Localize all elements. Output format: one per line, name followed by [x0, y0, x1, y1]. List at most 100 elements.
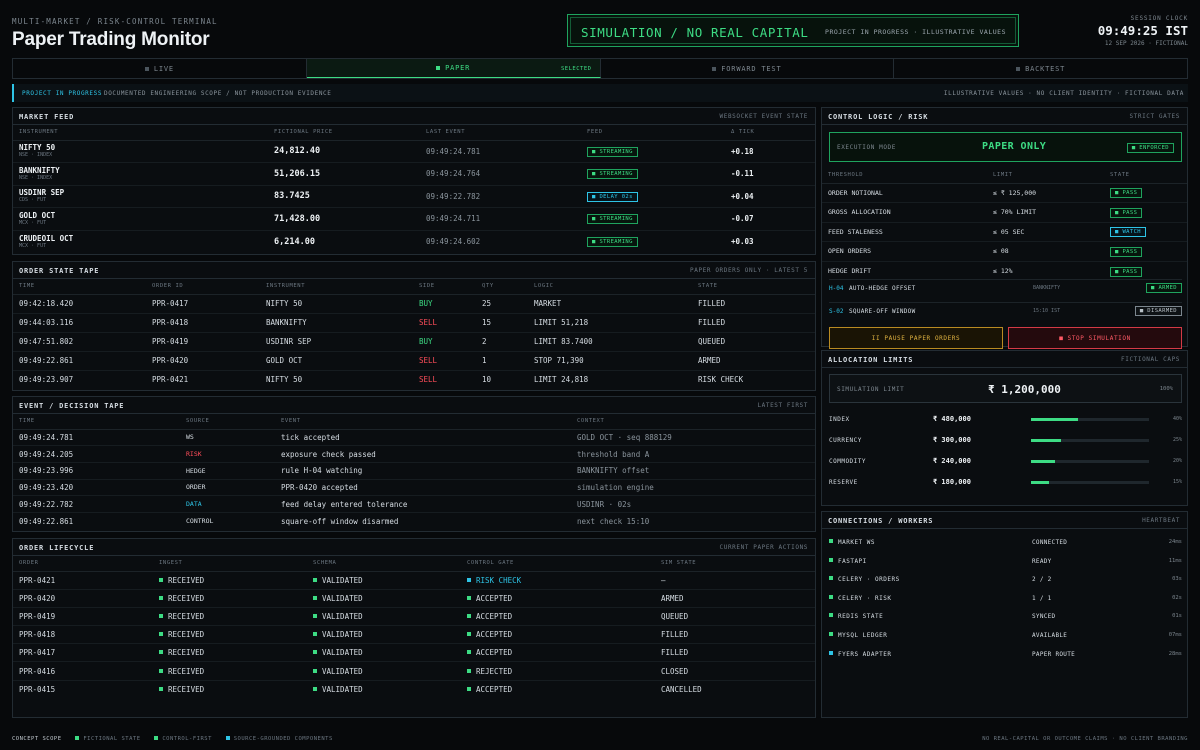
column-header: LOGIC [528, 279, 692, 295]
allocation-bar [1031, 481, 1149, 484]
column-header: SOURCE [180, 414, 275, 430]
column-header: SIDE [413, 279, 476, 295]
time-cell: 09:49:23.996 [13, 462, 180, 480]
time-cell: 09:49:22.782 [13, 495, 180, 513]
connection-row[interactable]: MARKET WS CONNECTED 24ms [829, 533, 1182, 552]
table-row[interactable]: GOLD OCTMCX · FUT 71,428.00 09:49:24.711 ST… [13, 207, 815, 231]
connection-heartbeat: 07ms [1168, 632, 1182, 638]
instrument-cell: BANKNIFTY NSE · INDEX [13, 162, 268, 186]
table-row[interactable]: 09:49:23.996 HEDGE rule H-04 watching BANKN… [13, 462, 815, 480]
ingest-cell: RECEIVED [153, 680, 307, 698]
last-event-cell: 09:49:24.602 [426, 237, 481, 246]
last-event-cell: 09:49:24.781 [420, 140, 581, 163]
price-cell: 24,812.40 [268, 140, 420, 163]
gate-value: ACCEPTED [476, 684, 513, 694]
price-cell: 71,428.00 [268, 207, 420, 231]
stop-simulation-button[interactable]: ■ STOP SIMULATION [1008, 327, 1182, 349]
table-row[interactable]: USDINR SEPCDS · FUT 83.7425 09:49:22.782 DE… [13, 185, 815, 208]
connection-row[interactable]: FYERS ADAPTER PAPER ROUTE 28ms [829, 645, 1182, 664]
table-row: ORDER NOTIONAL≤ ₹ 125,000 PASS [822, 183, 1187, 203]
column-header: INSTRUMENT [13, 125, 268, 141]
table-row[interactable]: 09:49:23.420 ORDER PPR-0420 accepted simula… [13, 479, 815, 497]
side-cell: SELL [419, 375, 438, 385]
panel-header: CONNECTIONS / WORKERS HEARTBEAT [822, 512, 1187, 529]
gate-cell: ACCEPTED [461, 680, 655, 698]
table-row[interactable]: PPR-0415 RECEIVED VALIDATED ACCEPTED CANCELL… [13, 680, 815, 698]
table-row[interactable]: NIFTY 50 NSE · INDEX 24,812.40 09:49:24.781… [13, 140, 815, 163]
table-row[interactable]: BANKNIFTY NSE · INDEX 51,206.15 09:49:24.76… [13, 162, 815, 186]
allocation-bar [1031, 439, 1149, 442]
threshold-name: HEDGE DRIFT [828, 267, 872, 275]
footer-right: NO REAL-CAPITAL OR OUTCOME CLAIMS · NO C… [982, 736, 1188, 742]
tab-selected-tag: SELECTED [561, 66, 592, 72]
status-square-icon [159, 668, 163, 673]
table-row[interactable]: PPR-0419 RECEIVED VALIDATED ACCEPTED QUEUED [13, 607, 815, 627]
allocation-bar-fill [1031, 460, 1055, 463]
table-row[interactable]: 09:47:51.802 PPR-0419 USDINR SEP BUY 2 LIMIT … [13, 332, 815, 352]
order-cell: PPR-0418 [13, 625, 153, 645]
connection-row[interactable]: CELERY · ORDERS 2 / 2 03s [829, 570, 1182, 589]
table-row[interactable]: PPR-0418 RECEIVED VALIDATED ACCEPTED FILLED [13, 625, 815, 645]
status-square-icon [313, 577, 317, 582]
table-row[interactable]: 09:49:22.861 CONTROL square-off window dis… [13, 512, 815, 529]
order-id-cell: PPR-0417 [146, 294, 260, 314]
ingest-cell: RECEIVED [153, 625, 307, 645]
connection-row[interactable]: REDIS STATE SYNCED 01s [829, 607, 1182, 626]
instrument-exchange: NSE · INDEX [19, 152, 53, 159]
table-row[interactable]: CRUDEOIL OCT MCX · FUT 6,214.00 09:49:24.60… [13, 230, 815, 253]
tab-dot-icon [1016, 66, 1021, 71]
threshold-limit: ≤ 05 SEC [987, 222, 1104, 242]
threshold-name: ORDER NOTIONAL [822, 183, 987, 203]
footer-item: FICTIONAL STATE [83, 736, 141, 742]
gate-cell: ACCEPTED [461, 643, 655, 663]
context-cell: next check 15:10 [577, 516, 650, 526]
qty-cell: 1 [476, 351, 528, 371]
instrument-cell: NIFTY 50 [266, 375, 303, 385]
table-row[interactable]: 09:49:24.205 RISK exposure check passed thr… [13, 445, 815, 463]
panel-header: ORDER STATE TAPE PAPER ORDERS ONLY · LAT… [13, 262, 815, 279]
table-row[interactable]: 09:44:03.116 PPR-0418 BANKNIFTY SELL 15 LIMIT… [13, 313, 815, 333]
instrument-exchange: CDS · FUT [19, 197, 47, 204]
tab-backtest[interactable]: BACKTEST [894, 59, 1187, 78]
tab-forward-test[interactable]: FORWARD TEST [601, 59, 895, 78]
sim-state-cell: — [655, 571, 815, 590]
table-row[interactable]: PPR-0417 RECEIVED VALIDATED ACCEPTED FILLED [13, 643, 815, 663]
pause-paper-orders-button[interactable]: II PAUSE PAPER ORDERS [829, 327, 1003, 349]
gate-value: ACCEPTED [476, 630, 513, 640]
simulation-banner-sub: PROJECT IN PROGRESS · ILLUSTRATIVE VALUE… [825, 28, 1006, 36]
gate-state-badge[interactable]: DISARMED [1134, 306, 1182, 316]
table-row[interactable]: PPR-0420 RECEIVED VALIDATED ACCEPTED ARMED [13, 589, 815, 608]
table-row[interactable]: 09:49:22.861 PPR-0420 GOLD OCT SELL 1 STOP 71… [13, 351, 815, 371]
allocation-row: CURRENCY ₹ 300,000 25% [829, 430, 1182, 451]
table-row[interactable]: 09:49:23.907 PPR-0421 NIFTY 50 SELL 10 LIMIT … [13, 370, 815, 389]
schema-value: VALIDATED [322, 593, 363, 603]
connection-row[interactable]: CELERY · RISK 1 / 1 02s [829, 589, 1182, 608]
gate-row-h04: H-04 AUTO-HEDGE OFFSET BANKNIFTY ARMED [829, 279, 1182, 297]
connection-status: READY [1032, 557, 1052, 565]
instrument-cell: USDINR SEP CDS · FUT [13, 185, 268, 208]
table-row[interactable]: 09:49:22.782 DATA feed delay entered toler… [13, 495, 815, 513]
feed-cell: DELAY 02s [581, 185, 725, 208]
status-square-icon [467, 650, 471, 655]
connection-row[interactable]: FASTAPI READY 11ms [829, 552, 1182, 571]
allocation-bar [1031, 460, 1149, 463]
table-row[interactable]: 09:42:18.420 PPR-0417 NIFTY 50 BUY 25 MARKET F… [13, 294, 815, 314]
table-row[interactable]: PPR-0421 RECEIVED VALIDATED RISK CHECK — [13, 571, 815, 590]
connection-name: REDIS STATE [838, 613, 884, 621]
source-cell: DATA [180, 495, 275, 513]
order-cell: PPR-0415 [19, 684, 56, 694]
gate-state-badge[interactable]: ARMED [1146, 283, 1182, 293]
connection-name: FYERS ADAPTER [838, 650, 892, 658]
gate-cell: ACCEPTED [461, 607, 655, 627]
market-feed-panel: MARKET FEED WEBSOCKET EVENT STATE INSTRU… [12, 107, 816, 255]
time-cell: 09:49:24.205 [13, 445, 180, 463]
event-cell: feed delay entered tolerance [275, 495, 571, 513]
logic-cell: LIMIT 83.7400 [528, 332, 692, 352]
connection-row[interactable]: MYSQL LEDGER AVAILABLE 07ms [829, 626, 1182, 645]
table-row[interactable]: 09:49:24.781 WS tick accepted GOLD OCT · se… [13, 429, 815, 447]
column-header: CONTEXT [571, 414, 815, 430]
tab-live[interactable]: LIVE [13, 59, 307, 78]
order-cell: PPR-0420 [13, 589, 153, 608]
tab-paper[interactable]: PAPER SELECTED [306, 59, 601, 78]
table-row[interactable]: PPR-0416 RECEIVED VALIDATED REJECTED CLOSED [13, 661, 815, 681]
